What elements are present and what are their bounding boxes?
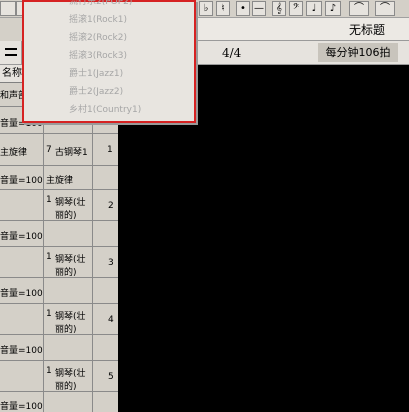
row-divider	[0, 303, 118, 304]
time-signature[interactable]: 4/4	[222, 46, 241, 60]
track-volume[interactable]: 音量=100	[0, 343, 43, 356]
document-title: 无标题	[348, 23, 385, 37]
row-divider	[0, 334, 118, 335]
slur-button[interactable]: ⌒	[349, 1, 369, 16]
track-row-label[interactable]: 主旋律	[0, 145, 27, 158]
line-tool-icon[interactable]	[0, 41, 22, 65]
tie-button[interactable]: ⌒	[375, 1, 395, 16]
track-number: 1	[46, 252, 52, 262]
channel-index: 4	[108, 315, 114, 325]
style-dropdown-menu: 流行乐2(POP2) 摇滚1(Rock1) 摇滚2(Rock2) 摇滚3(Roc…	[22, 0, 196, 123]
menu-item-rock1[interactable]: 摇滚1(Rock1)	[69, 13, 127, 27]
row-divider	[0, 189, 118, 190]
natural-button[interactable]: ♮	[216, 1, 230, 16]
row-divider	[0, 360, 118, 361]
menu-item-jazz1[interactable]: 爵士1(Jazz1)	[69, 67, 123, 81]
eighth-note-button[interactable]: ♪	[325, 1, 341, 16]
track-number: 7	[46, 145, 52, 155]
row-divider	[0, 391, 118, 392]
instrument-name[interactable]: 钢琴(壮丽的)	[55, 366, 93, 392]
dot-button[interactable]: •	[236, 1, 250, 16]
track-number: 1	[46, 309, 52, 319]
instrument-name[interactable]: 钢琴(壮丽的)	[55, 309, 93, 335]
menu-item-jazz2[interactable]: 爵士2(Jazz2)	[69, 85, 123, 99]
row-divider	[0, 246, 118, 247]
row-divider	[0, 133, 118, 134]
treble-clef-button[interactable]: 𝄞	[272, 1, 286, 16]
row-divider	[0, 165, 118, 166]
instrument-name[interactable]: 钢琴(壮丽的)	[55, 195, 93, 221]
track-volume[interactable]: 音量=100	[0, 229, 43, 242]
track-part-name: 主旋律	[46, 176, 74, 186]
menu-item-rock3[interactable]: 摇滚3(Rock3)	[69, 49, 127, 63]
quarter-note-button[interactable]: ♩	[306, 1, 322, 16]
menu-item-pop2[interactable]: 流行乐2(POP2)	[69, 0, 132, 9]
bass-clef-button[interactable]: 𝄢	[289, 1, 303, 16]
instrument-name[interactable]: 古钢琴1	[55, 145, 88, 158]
track-number: 1	[46, 195, 52, 205]
channel-index: 3	[108, 258, 114, 268]
track-volume[interactable]: 音量=100	[0, 286, 43, 299]
tempo-indicator[interactable]: 每分钟106拍	[318, 43, 398, 62]
row-divider	[0, 220, 118, 221]
track-volume[interactable]: 音量=100	[0, 173, 43, 186]
menu-item-rock2[interactable]: 摇滚2(Rock2)	[69, 31, 127, 45]
document-titlebar: 无标题	[196, 18, 409, 41]
channel-index: 5	[108, 372, 114, 382]
instrument-name[interactable]: 钢琴(壮丽的)	[55, 252, 93, 278]
channel-index: 1	[107, 145, 113, 155]
track-number: 1	[46, 366, 52, 376]
app-icon[interactable]	[0, 1, 16, 16]
channel-index: 2	[108, 201, 114, 211]
menu-item-country1[interactable]: 乡村1(Country1)	[69, 103, 141, 117]
row-divider	[0, 277, 118, 278]
flat-button[interactable]: ♭	[199, 1, 213, 16]
track-volume[interactable]: 音量=100	[0, 399, 43, 412]
dash-button[interactable]: —	[252, 1, 266, 16]
